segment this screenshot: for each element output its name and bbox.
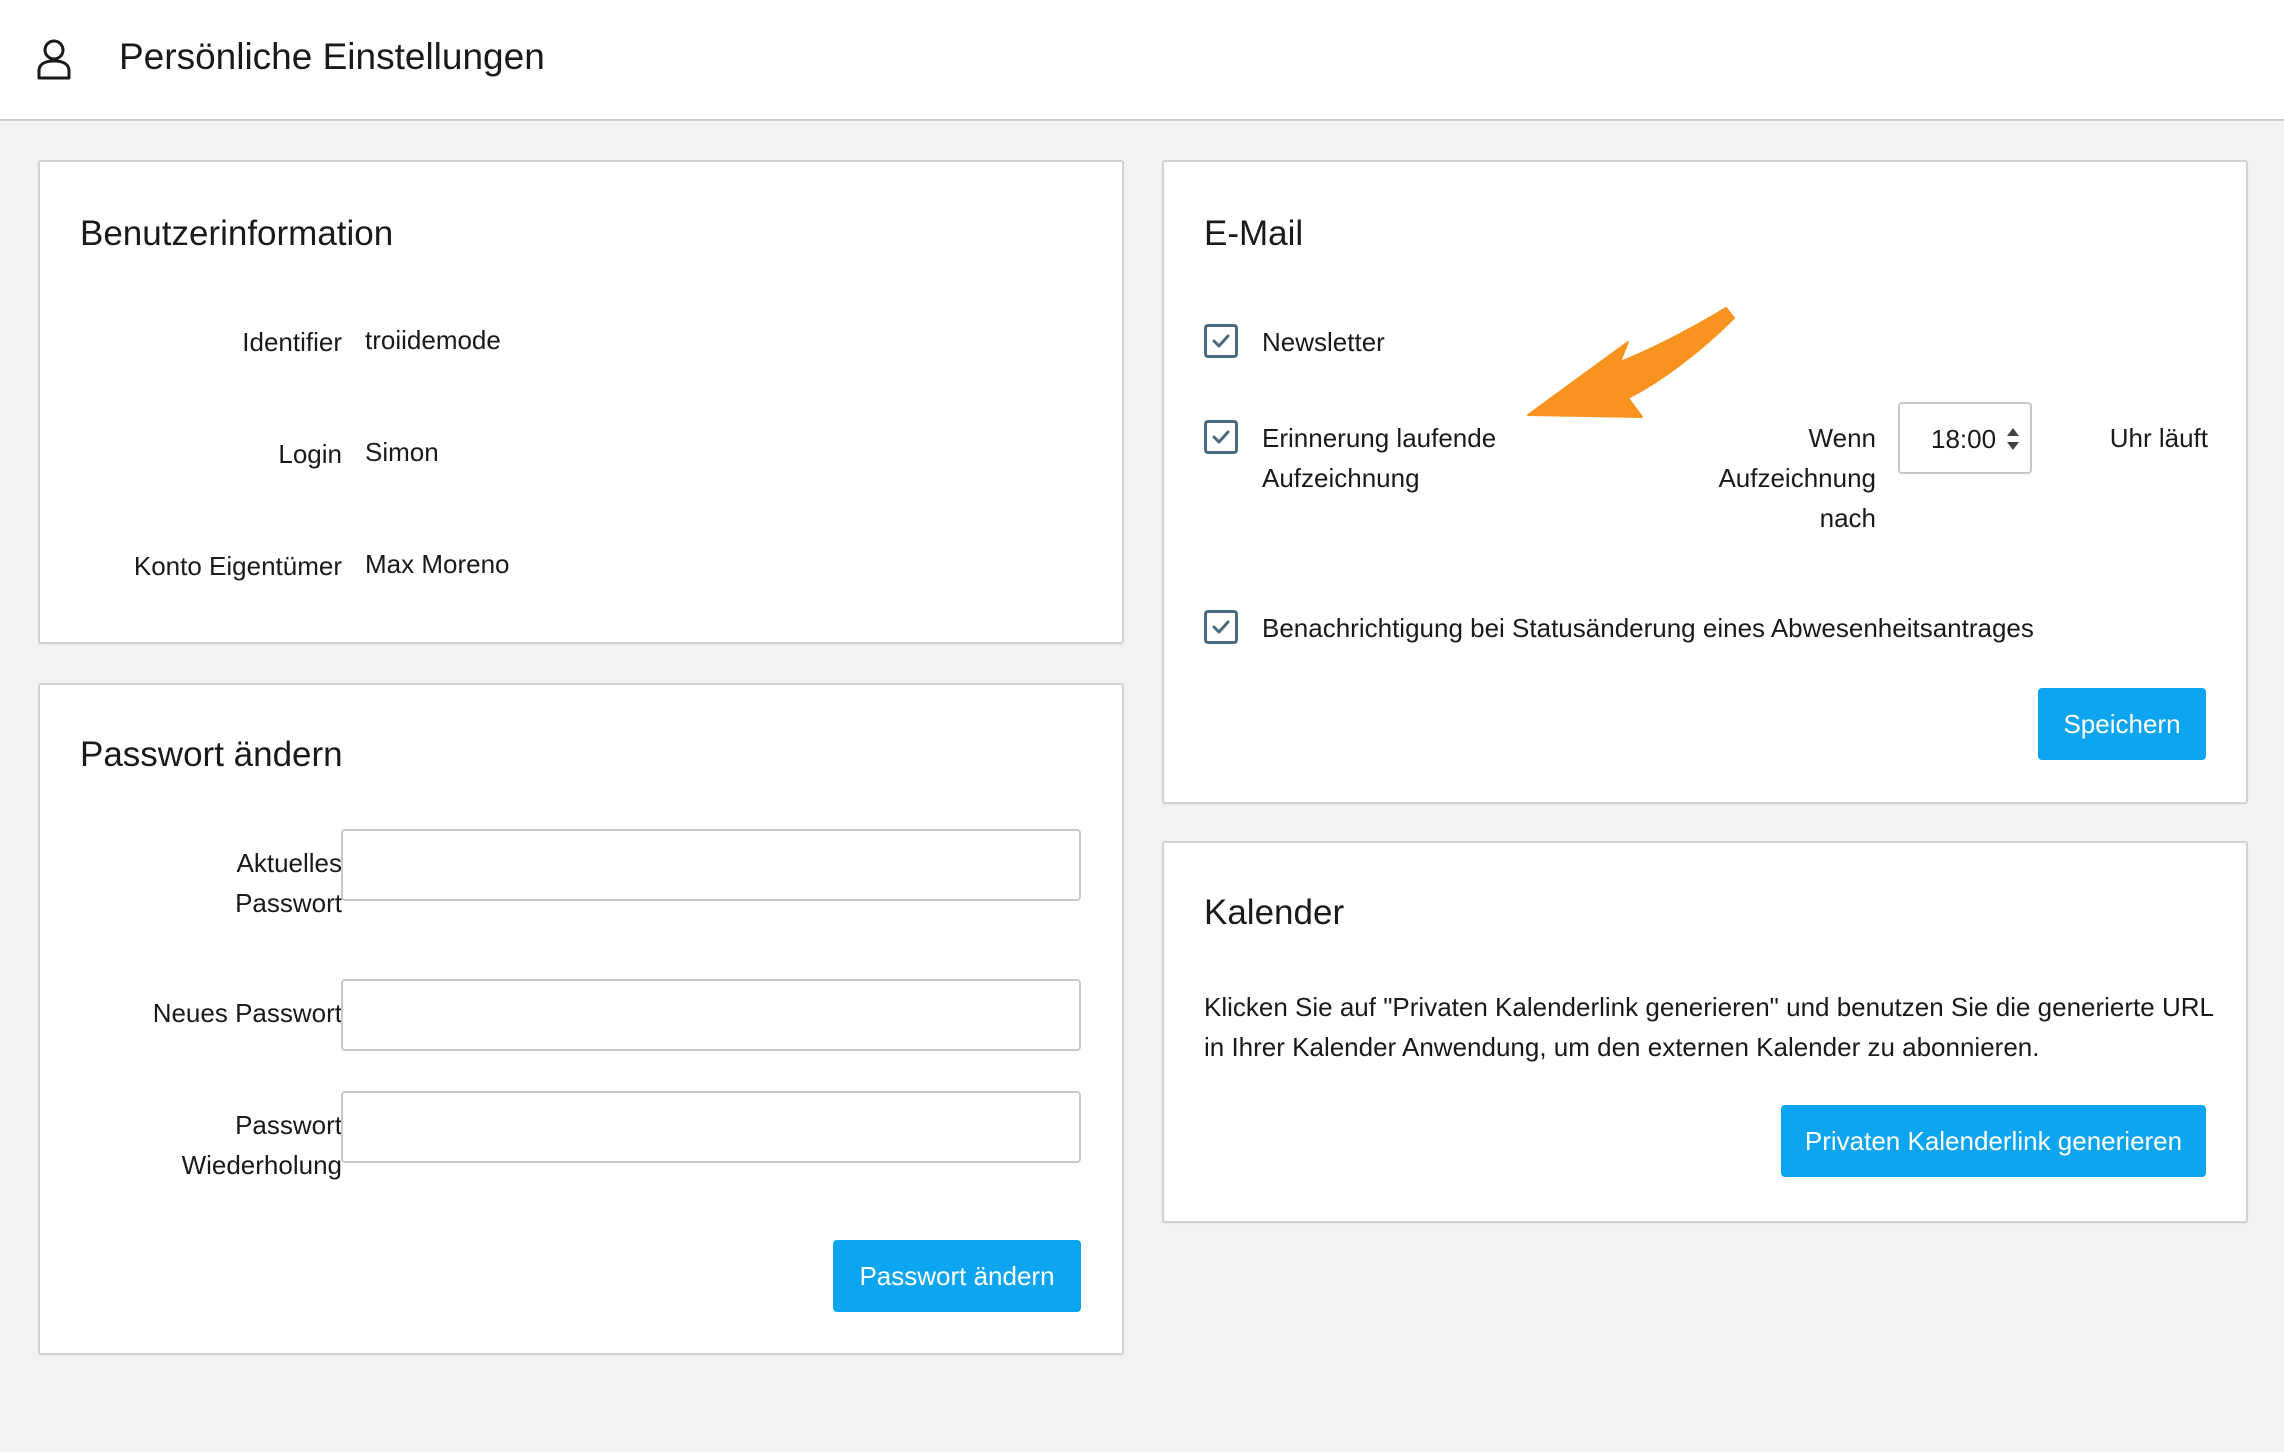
current-password-label: Aktuelles Passwort xyxy=(235,843,342,923)
owner-value: Max Moreno xyxy=(365,549,510,579)
reminder-when-line2: Aufzeichnung xyxy=(1718,463,1876,493)
password-card: Passwort ändern Aktuelles Passwort Neues… xyxy=(38,683,1124,1355)
page-title: Persönliche Einstellungen xyxy=(119,36,545,77)
absence-notification-label: Benachrichtigung bei Statusänderung eine… xyxy=(1262,613,2034,643)
email-title: E-Mail xyxy=(1204,214,1304,253)
reminder-time-value: 18:00 xyxy=(1931,424,1997,454)
new-password-label: Neues Passwort xyxy=(152,998,342,1028)
calendar-description: Klicken Sie auf "Privaten Kalenderlink g… xyxy=(1204,987,2214,1067)
password-title: Passwort ändern xyxy=(80,735,343,774)
page-header: Persönliche Einstellungen xyxy=(0,0,2284,121)
current-password-label-line1: Aktuelles xyxy=(236,848,343,878)
email-card: E-Mail Newsletter Erinnerung laufende Au… xyxy=(1162,160,2248,804)
repeat-password-label: Passwort Wiederholung xyxy=(182,1105,342,1185)
user-info-title: Benutzerinformation xyxy=(80,214,394,253)
current-password-input[interactable] xyxy=(341,829,1081,901)
absence-notification-checkbox[interactable] xyxy=(1204,610,1238,644)
repeat-password-label-line2: Wiederholung xyxy=(181,1150,342,1180)
reminder-label-line2: Aufzeichnung xyxy=(1262,463,1420,493)
reminder-when-label: Wenn Aufzeichnung nach xyxy=(1718,418,1876,538)
newsletter-label: Newsletter xyxy=(1262,327,1385,357)
generate-calendar-link-button[interactable]: Privaten Kalenderlink generieren xyxy=(1781,1105,2206,1177)
checkmark-icon xyxy=(1212,334,1230,348)
checkmark-icon xyxy=(1212,430,1230,444)
user-icon xyxy=(37,39,71,80)
reminder-when-line3: nach xyxy=(1819,503,1876,533)
identifier-label: Identifier xyxy=(242,327,342,357)
user-info-card: Benutzerinformation Identifier troiidemo… xyxy=(38,160,1124,644)
owner-label: Konto Eigentümer xyxy=(133,551,342,581)
identifier-value: troiidemode xyxy=(365,325,501,355)
calendar-title: Kalender xyxy=(1204,893,1345,932)
calendar-card: Kalender Klicken Sie auf "Privaten Kalen… xyxy=(1162,841,2248,1223)
reminder-label-line1: Erinnerung laufende xyxy=(1262,423,1497,453)
repeat-password-label-line1: Passwort xyxy=(235,1110,342,1140)
calendar-description-line2: in Ihrer Kalender Anwendung, um den exte… xyxy=(1204,1032,2040,1062)
change-password-button[interactable]: Passwort ändern xyxy=(833,1240,1081,1312)
reminder-checkbox[interactable] xyxy=(1204,420,1238,454)
repeat-password-input[interactable] xyxy=(341,1091,1081,1163)
reminder-time-select[interactable]: 18:00 xyxy=(1898,402,2032,474)
annotation-arrow-icon xyxy=(1527,307,1735,418)
reminder-label: Erinnerung laufende Aufzeichnung xyxy=(1262,418,1496,498)
login-label: Login xyxy=(278,439,342,469)
newsletter-checkbox[interactable] xyxy=(1204,324,1238,358)
checkmark-icon xyxy=(1212,620,1230,634)
save-button[interactable]: Speichern xyxy=(2038,688,2206,760)
calendar-description-line1: Klicken Sie auf "Privaten Kalenderlink g… xyxy=(1204,992,2214,1022)
new-password-input[interactable] xyxy=(341,979,1081,1051)
reminder-when-line1: Wenn xyxy=(1808,423,1876,453)
spinner-arrows-icon xyxy=(2007,428,2019,450)
current-password-label-line2: Passwort xyxy=(235,888,342,918)
login-value: Simon xyxy=(365,437,439,467)
reminder-suffix-label: Uhr läuft xyxy=(2109,423,2208,453)
